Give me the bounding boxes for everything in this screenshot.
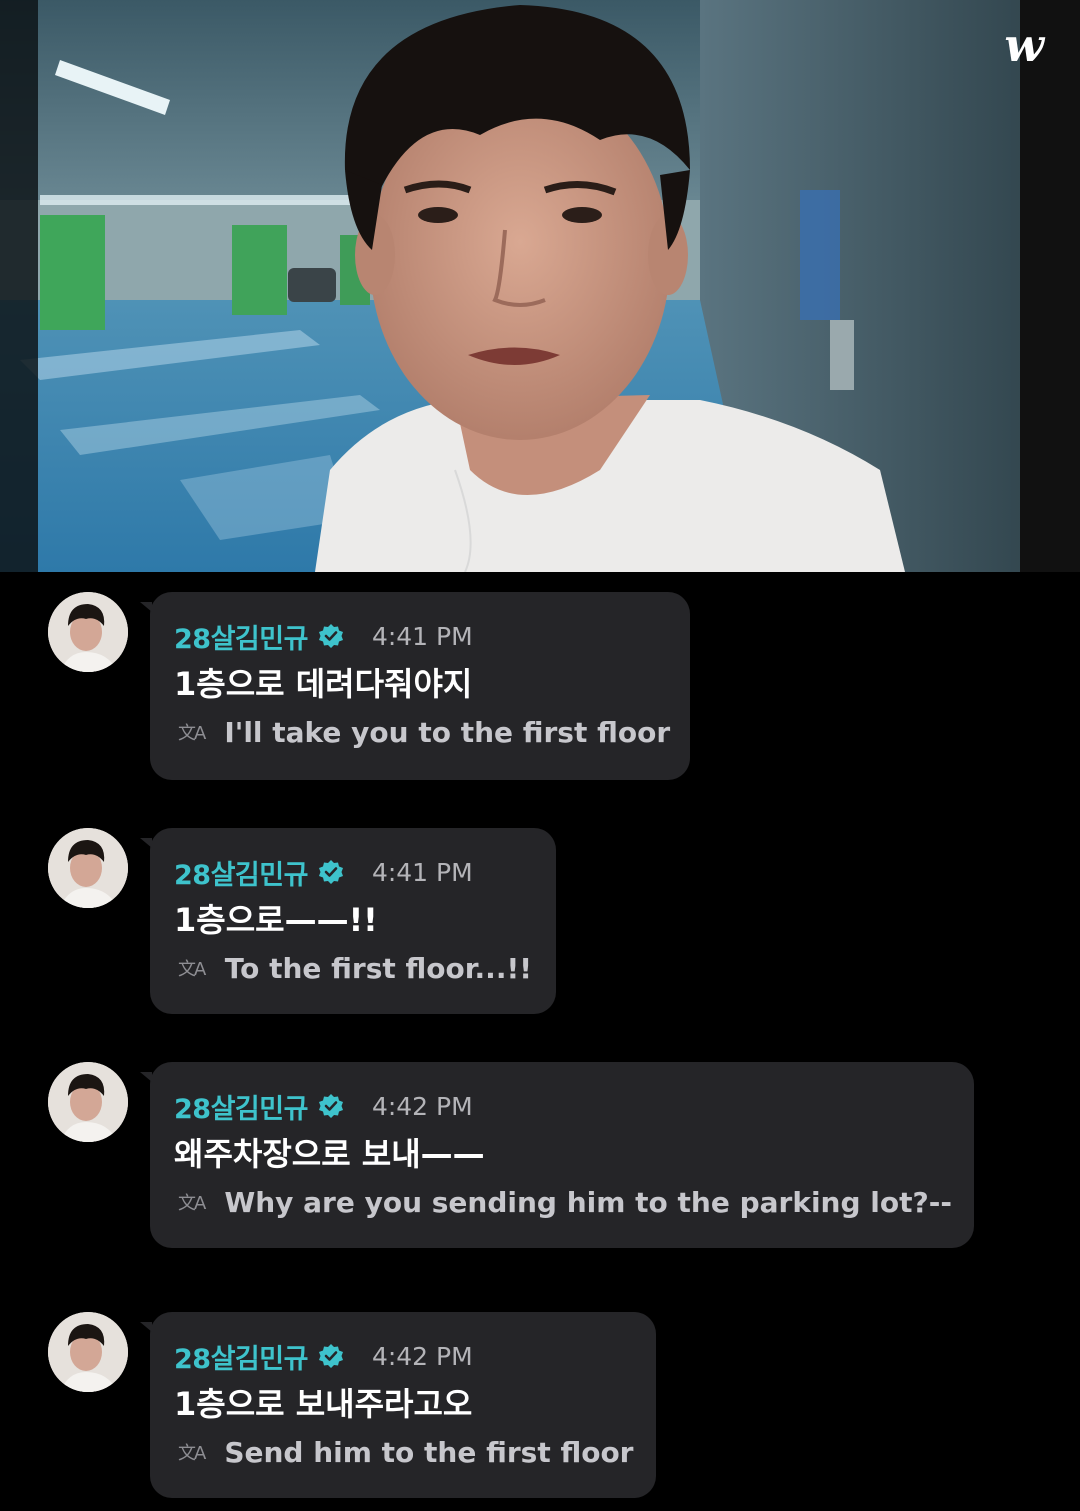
video-scene xyxy=(0,0,1080,572)
translation-text: Why are you sending him to the parking l… xyxy=(224,1185,952,1219)
message-text: 왜주차장으로 보내—— xyxy=(174,1135,485,1173)
timestamp: 4:42 PM xyxy=(371,1341,473,1371)
verified-badge-icon xyxy=(318,860,343,884)
translate-icon: 文A xyxy=(178,723,206,744)
translate-icon: 文A xyxy=(178,959,206,980)
message-text: 1층으로 데려다줘야지 xyxy=(174,665,473,703)
timestamp: 4:41 PM xyxy=(371,621,473,651)
avatar[interactable] xyxy=(48,1062,128,1142)
username[interactable]: 28살김민규 xyxy=(174,1337,308,1376)
chat-bubble: 28살김민규 4:41 PM 1층으로——!! 文A To the first … xyxy=(140,828,556,1014)
username[interactable]: 28살김민규 xyxy=(174,617,308,656)
verified-badge-icon xyxy=(318,624,343,648)
translation-text: I'll take you to the first floor xyxy=(224,715,671,749)
message-text: 1층으로 보내주라고오 xyxy=(174,1385,473,1423)
avatar[interactable] xyxy=(48,1312,128,1392)
avatar-image xyxy=(48,1312,128,1392)
translation-text: To the first floor...!! xyxy=(224,951,532,985)
username[interactable]: 28살김민규 xyxy=(174,853,308,892)
translation-text: Send him to the first floor xyxy=(224,1435,634,1469)
timestamp: 4:42 PM xyxy=(371,1091,473,1121)
chat-bubble: 28살김민규 4:42 PM 1층으로 보내주라고오 文A Send him t… xyxy=(140,1312,656,1498)
translate-icon: 文A xyxy=(178,1193,206,1214)
avatar[interactable] xyxy=(48,828,128,908)
live-chat-panel: 28살김민규 4:41 PM 1층으로 데려다줘야지 文A I'll take … xyxy=(0,572,1080,1511)
avatar[interactable] xyxy=(48,592,128,672)
live-video-frame: w xyxy=(0,0,1080,572)
verified-badge-icon xyxy=(318,1094,343,1118)
verified-badge-icon xyxy=(318,1344,343,1368)
timestamp: 4:41 PM xyxy=(371,857,473,887)
chat-bubble: 28살김민규 4:41 PM 1층으로 데려다줘야지 文A I'll take … xyxy=(140,592,690,780)
translate-icon: 文A xyxy=(178,1443,206,1464)
message-text: 1층으로——!! xyxy=(174,901,378,939)
username[interactable]: 28살김민규 xyxy=(174,1087,308,1126)
weverse-logo-icon: w xyxy=(1004,18,1044,72)
avatar-image xyxy=(48,1062,128,1142)
avatar-image xyxy=(48,828,128,908)
avatar-image xyxy=(48,592,128,672)
chat-bubble: 28살김민규 4:42 PM 왜주차장으로 보내—— 文A Why are yo… xyxy=(140,1062,974,1248)
